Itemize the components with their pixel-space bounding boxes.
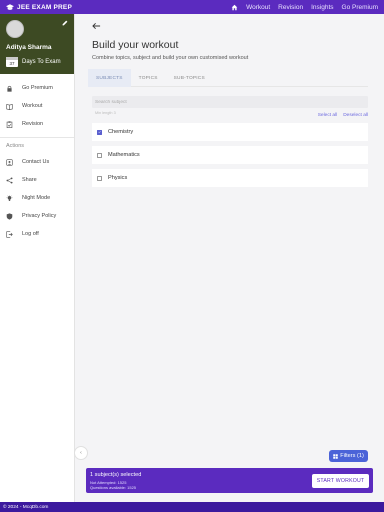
checkbox-unchecked[interactable] [97, 175, 102, 181]
back-arrow-icon[interactable] [92, 22, 101, 30]
book-icon [6, 103, 13, 110]
lightbulb-icon [6, 194, 13, 201]
search-hint: Min length 3 [95, 111, 116, 115]
sidebar-item-label: Go Premium [22, 85, 53, 91]
days-to-exam-label: Days To Exam [22, 59, 61, 65]
filter-grid-icon [333, 453, 338, 459]
deselect-all-link[interactable]: Deselect all [343, 113, 368, 118]
home-icon[interactable] [231, 4, 238, 11]
selection-links: Select all Deselect all [318, 113, 368, 118]
share-icon [6, 176, 13, 184]
tab-bar: SUBJECTS TOPICS SUB-TOPICS [88, 69, 368, 87]
sidebar-item-label: Log off [22, 231, 39, 237]
sidebar-item-log-off[interactable]: Log off [0, 225, 74, 243]
sidebar-item-privacy-policy[interactable]: Privacy Policy [0, 207, 74, 225]
top-bar: JEE EXAM PREP Workout Revision Insights … [0, 0, 384, 14]
profile-card: Aditya Sharma 37 Days To Exam [0, 14, 74, 74]
subject-row-mathematics[interactable]: Mathematics [92, 146, 368, 164]
main-content: Build your workout Combine topics, subje… [88, 14, 372, 469]
footer: © 2024 - McqDb.com [0, 502, 384, 512]
tab-sub-topics[interactable]: SUB-TOPICS [166, 69, 213, 87]
sidebar-menu: Go Premium Workout Revision [0, 79, 74, 133]
sidebar-item-night-mode[interactable]: Night Mode [0, 189, 74, 207]
check-icon [98, 131, 101, 134]
selection-panel: 1 subject(s) selected Not Attempted: 152… [86, 468, 373, 493]
actions-heading: Actions [6, 143, 25, 149]
search-input[interactable] [92, 96, 368, 108]
subject-label: Mathematics [108, 152, 140, 158]
sidebar-item-label: Revision [22, 121, 44, 127]
sidebar-item-workout[interactable]: Workout [0, 97, 74, 115]
days-to-exam: 37 Days To Exam [6, 57, 61, 67]
logout-icon [6, 230, 13, 238]
filters-button[interactable]: Filters (1) [329, 450, 368, 462]
checkbox-checked[interactable] [97, 129, 102, 135]
brand-name: JEE EXAM PREP [17, 3, 72, 11]
nav-insights[interactable]: Insights [311, 4, 333, 11]
clipboard-icon [6, 120, 13, 128]
pencil-icon[interactable] [62, 20, 68, 26]
filters-label: Filters (1) [340, 453, 364, 459]
brand[interactable]: JEE EXAM PREP [0, 4, 72, 11]
subject-label: Chemistry [108, 129, 134, 135]
page-subtitle: Combine topics, subject and build your o… [92, 55, 249, 61]
select-all-link[interactable]: Select all [318, 113, 337, 118]
selection-count: 1 subject(s) selected [90, 472, 142, 478]
subject-label: Physics [108, 175, 128, 181]
profile-name: Aditya Sharma [6, 44, 52, 51]
page-title: Build your workout [92, 39, 179, 51]
sidebar-item-label: Share [22, 177, 37, 183]
actions-menu: Contact Us Share Night Mode Privacy Poli… [0, 153, 74, 243]
checkbox-unchecked[interactable] [97, 152, 102, 158]
nav-revision[interactable]: Revision [278, 4, 303, 11]
calendar-icon: 37 [6, 57, 18, 67]
tab-topics[interactable]: TOPICS [131, 69, 166, 87]
sidebar-item-revision[interactable]: Revision [0, 115, 74, 133]
sidebar-item-go-premium[interactable]: Go Premium [0, 79, 74, 97]
sidebar-item-label: Workout [22, 103, 43, 109]
lock-icon [7, 85, 12, 92]
contact-icon [6, 158, 13, 166]
subject-row-chemistry[interactable]: Chemistry [92, 123, 368, 141]
start-workout-button[interactable]: START WORKOUT [312, 474, 369, 488]
graduation-cap-icon [6, 3, 14, 10]
subject-row-physics[interactable]: Physics [92, 169, 368, 187]
tab-subjects[interactable]: SUBJECTS [88, 69, 131, 87]
sidebar-item-contact-us[interactable]: Contact Us [0, 153, 74, 171]
sidebar-item-label: Privacy Policy [22, 213, 57, 219]
sidebar: Aditya Sharma 37 Days To Exam Go Premium… [0, 14, 75, 502]
sidebar-item-label: Night Mode [22, 195, 51, 201]
chevron-left-icon: ‹ [80, 450, 82, 456]
shield-icon [6, 212, 13, 220]
nav-go-premium[interactable]: Go Premium [342, 4, 378, 11]
avatar[interactable] [6, 20, 24, 38]
sidebar-item-share[interactable]: Share [0, 171, 74, 189]
questions-available-count: Questions available: 1525 [90, 485, 137, 490]
top-nav: Workout Revision Insights Go Premium [231, 4, 384, 11]
days-count: 37 [9, 61, 15, 66]
sidebar-collapse-button[interactable]: ‹ [74, 446, 88, 460]
nav-workout[interactable]: Workout [246, 4, 270, 11]
sidebar-item-label: Contact Us [22, 159, 50, 165]
